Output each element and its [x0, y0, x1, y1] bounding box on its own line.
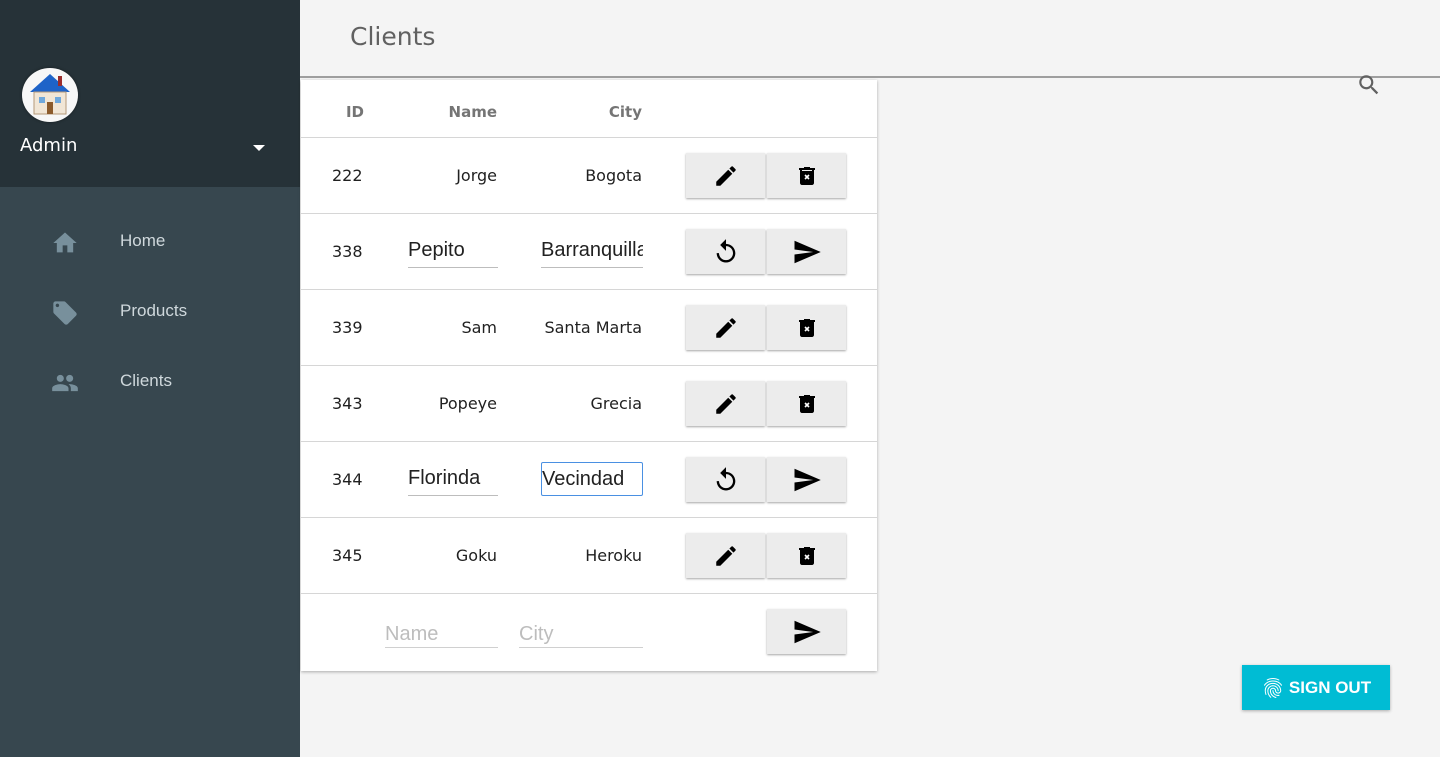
sidebar: Admin Home Products Clients [0, 0, 300, 757]
chevron-down-icon[interactable] [253, 145, 265, 151]
sidebar-item-clients[interactable]: Clients [0, 347, 300, 417]
cell-city: Santa Marta [544, 318, 642, 337]
cell-name: Sam [461, 318, 497, 337]
new-name-input[interactable] [385, 622, 498, 648]
send-icon [794, 468, 821, 491]
delete-button[interactable] [767, 381, 846, 426]
pencil-icon [715, 165, 736, 186]
sign-out-label: SIGN OUT [1288, 677, 1372, 697]
edit-button[interactable] [686, 533, 765, 578]
sidebar-item-home[interactable]: Home [0, 207, 300, 277]
trash-icon [798, 166, 815, 185]
sidebar-item-label: Products [120, 301, 188, 320]
table-row: 345 Goku Heroku [301, 518, 877, 594]
table-header: ID Name City [301, 80, 877, 138]
name-input[interactable] [408, 234, 498, 268]
sidebar-nav: Home Products Clients [0, 207, 300, 417]
home-icon [53, 232, 77, 253]
pencil-icon [715, 317, 736, 338]
send-icon [794, 240, 821, 263]
cell-id: 345 [332, 546, 363, 565]
sidebar-item-products[interactable]: Products [0, 277, 300, 347]
clients-table: ID Name City 222 Jorge Bogota 338 339 Sa… [301, 80, 877, 671]
city-input[interactable] [541, 462, 643, 496]
fingerprint-icon [1263, 677, 1282, 698]
trash-icon [798, 394, 815, 413]
search-icon[interactable] [1356, 72, 1382, 98]
cell-id: 343 [332, 394, 363, 413]
add-client-button[interactable] [767, 609, 846, 654]
delete-button[interactable] [767, 305, 846, 350]
trash-icon [798, 318, 815, 337]
page-title: Clients [350, 22, 436, 51]
cell-city: Grecia [590, 394, 642, 413]
pencil-icon [715, 393, 736, 414]
table-row: 222 Jorge Bogota [301, 138, 877, 214]
delete-button[interactable] [767, 153, 846, 198]
edit-button[interactable] [686, 305, 765, 350]
edit-button[interactable] [686, 153, 765, 198]
tag-icon [53, 301, 77, 325]
cell-id: 344 [332, 470, 363, 489]
send-button[interactable] [767, 457, 846, 502]
new-city-input[interactable] [519, 622, 643, 648]
people-icon [52, 374, 78, 392]
cell-id: 339 [332, 318, 363, 337]
table-row: 338 [301, 214, 877, 290]
cell-name: Popeye [438, 394, 497, 413]
cell-city: Heroku [585, 546, 642, 565]
new-client-row [301, 594, 877, 670]
city-input[interactable] [541, 234, 643, 268]
name-input[interactable] [408, 462, 498, 496]
sidebar-header: Admin [0, 0, 300, 187]
sidebar-item-label: Clients [120, 371, 172, 390]
top-bar: Clients [300, 0, 1440, 78]
cell-city: Bogota [585, 166, 642, 185]
avatar [22, 68, 78, 122]
table-row: 344 [301, 442, 877, 518]
table-row: 343 Popeye Grecia [301, 366, 877, 442]
edit-button[interactable] [686, 381, 765, 426]
column-header-name: Name [448, 103, 497, 121]
table-row: 339 Sam Santa Marta [301, 290, 877, 366]
undo-button[interactable] [686, 457, 765, 502]
send-button[interactable] [767, 229, 846, 274]
undo-button[interactable] [686, 229, 765, 274]
column-header-city: City [608, 103, 642, 121]
undo-icon [716, 466, 735, 490]
cell-id: 222 [332, 166, 363, 185]
user-name: Admin [20, 135, 78, 156]
send-icon [794, 620, 821, 643]
undo-icon [716, 238, 735, 262]
sign-out-button[interactable]: SIGN OUT [1242, 665, 1390, 710]
cell-name: Jorge [456, 166, 497, 185]
delete-button[interactable] [767, 533, 846, 578]
cell-id: 338 [332, 242, 363, 261]
cell-name: Goku [455, 546, 497, 565]
house-icon [30, 74, 70, 115]
pencil-icon [715, 545, 736, 566]
column-header-id: ID [345, 103, 364, 121]
sidebar-item-label: Home [120, 231, 166, 250]
trash-icon [798, 546, 815, 565]
